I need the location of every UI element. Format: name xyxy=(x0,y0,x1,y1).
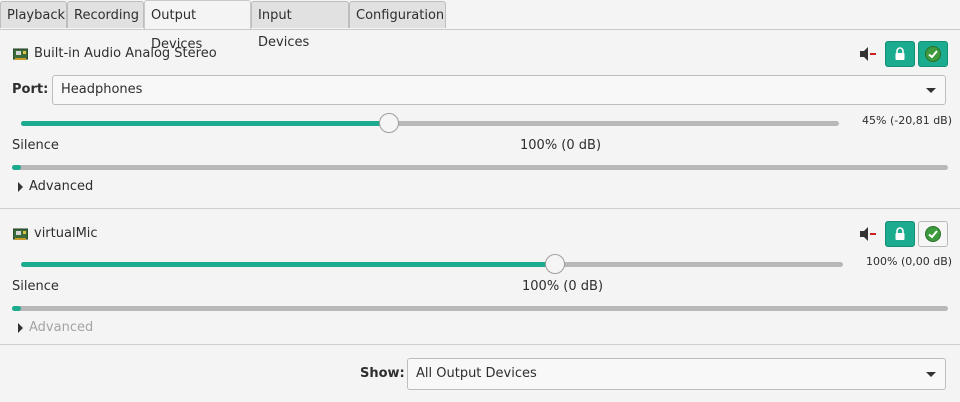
volume-slider-handle[interactable] xyxy=(545,254,565,274)
footer-divider xyxy=(0,344,960,345)
show-filter-select[interactable]: All Output Devices xyxy=(407,358,946,390)
port-label: Port: xyxy=(12,82,49,97)
advanced-expander[interactable]: Advanced xyxy=(29,320,93,335)
volume-slider-handle[interactable] xyxy=(379,113,399,133)
peak-meter xyxy=(12,306,948,311)
silence-label: Silence xyxy=(12,279,59,294)
lock-icon xyxy=(895,227,905,240)
peak-meter-fill xyxy=(12,306,21,311)
peak-meter xyxy=(12,165,948,170)
silence-label: Silence xyxy=(12,138,59,153)
expander-arrow-icon[interactable] xyxy=(18,323,23,333)
speaker-mute-icon[interactable] xyxy=(858,46,876,62)
set-default-button[interactable] xyxy=(918,41,948,67)
reference-level-label: 100% (0 dB) xyxy=(520,138,602,153)
expander-arrow-icon[interactable] xyxy=(18,182,23,192)
volume-slider-fill xyxy=(21,262,555,267)
checkmark-icon xyxy=(925,226,941,242)
reference-level-label: 100% (0 dB) xyxy=(522,279,604,294)
tab-output-devices[interactable]: Output Devices xyxy=(144,0,251,52)
device-divider xyxy=(0,208,960,209)
tab-recording[interactable]: Recording xyxy=(67,1,144,28)
tab-configuration[interactable]: Configuration xyxy=(349,1,446,28)
show-label: Show: xyxy=(360,366,405,381)
peak-meter-fill xyxy=(12,165,21,170)
chevron-down-icon xyxy=(926,88,936,93)
volume-readout: 45% (-20,81 dB) xyxy=(862,114,953,127)
port-select-value: Headphones xyxy=(61,82,143,97)
volume-slider[interactable] xyxy=(21,262,843,267)
device-name: virtualMic xyxy=(34,226,98,241)
lock-channels-button[interactable] xyxy=(885,41,915,67)
sound-card-icon xyxy=(13,228,28,240)
lock-channels-button[interactable] xyxy=(885,221,915,247)
tab-bar: Playback Recording Output Devices Input … xyxy=(0,0,960,52)
device-name: Built-in Audio Analog Stereo xyxy=(34,46,217,61)
set-default-button[interactable] xyxy=(918,221,948,247)
volume-readout: 100% (0,00 dB) xyxy=(866,255,953,268)
sound-card-icon xyxy=(13,48,28,60)
tab-playback[interactable]: Playback xyxy=(0,1,67,28)
advanced-expander[interactable]: Advanced xyxy=(29,179,93,194)
checkmark-icon xyxy=(925,46,941,62)
speaker-mute-icon[interactable] xyxy=(858,226,876,242)
tab-input-devices[interactable]: Input Devices xyxy=(251,1,349,50)
volume-slider-fill xyxy=(21,121,389,126)
show-filter-value: All Output Devices xyxy=(416,366,537,381)
port-select[interactable]: Headphones xyxy=(52,75,946,105)
chevron-down-icon xyxy=(926,372,936,377)
volume-slider[interactable] xyxy=(21,121,839,126)
lock-icon xyxy=(895,47,905,60)
